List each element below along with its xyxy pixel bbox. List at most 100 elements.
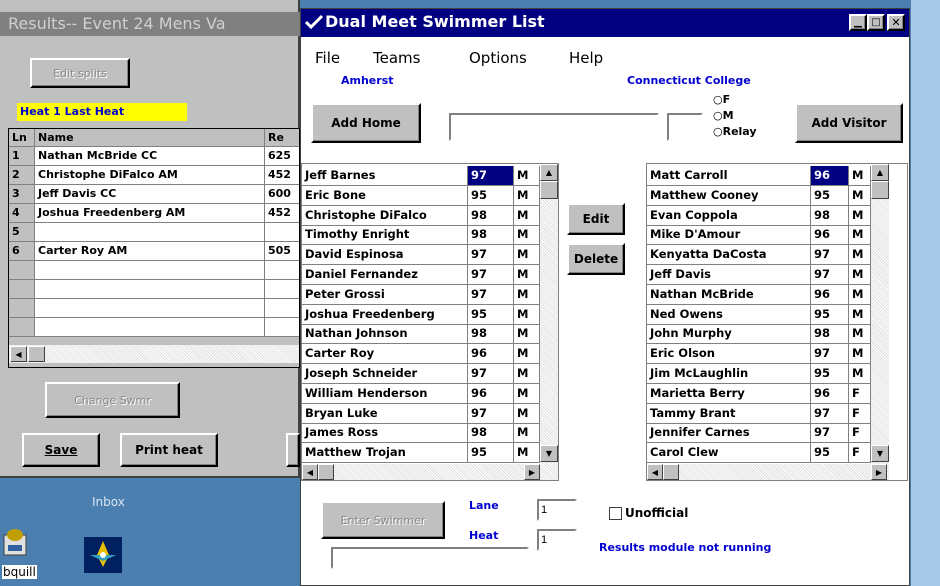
radio-f[interactable]: ○F — [713, 93, 730, 106]
list-item[interactable]: Tammy Brant 97 F — [647, 403, 871, 424]
row-result — [265, 299, 299, 318]
visitor-scroll-thumb[interactable] — [871, 181, 889, 199]
delete-button[interactable]: Delete — [567, 243, 625, 275]
list-item[interactable]: John Murphy 98 M — [647, 324, 871, 345]
list-item[interactable]: Eric Olson 97 M — [647, 344, 871, 365]
list-item[interactable]: Bryan Luke 97 M — [302, 403, 540, 424]
menu-teams[interactable]: Teams — [373, 49, 420, 67]
menu-file[interactable]: File — [315, 49, 340, 67]
minimize-button[interactable]: ▁ — [849, 14, 867, 31]
list-item[interactable]: Carter Roy 96 M — [302, 344, 540, 365]
visitor-scroll-right-icon[interactable]: ▶ — [871, 464, 887, 480]
list-item[interactable]: Matthew Cooney 95 M — [647, 185, 871, 206]
table-row[interactable]: 6 Carter Roy AM 505 — [9, 242, 299, 261]
table-row[interactable] — [9, 318, 299, 337]
dual-meet-title-bar[interactable]: Dual Meet Swimmer List ▁ □ ✕ — [301, 9, 909, 37]
table-row[interactable]: 2 Christophe DiFalco AM 452 — [9, 166, 299, 185]
bquill-label[interactable]: bquill — [2, 565, 37, 579]
list-item[interactable]: Jeff Barnes 97 M — [302, 166, 540, 186]
scroll-thumb[interactable] — [28, 346, 45, 362]
list-item[interactable]: Carol Clew 95 F — [647, 443, 871, 464]
home-scroll-down-icon[interactable]: ▼ — [540, 445, 558, 462]
list-item[interactable]: Nathan Johnson 98 M — [302, 324, 540, 345]
visitor-vscroll[interactable]: ▲ ▼ — [871, 164, 889, 464]
bquill-icon[interactable] — [2, 525, 32, 559]
list-item[interactable]: Matthew Trojan 95 M — [302, 443, 540, 464]
table-row[interactable]: 3 Jeff Davis CC 600 — [9, 185, 299, 204]
visitor-scroll-left-icon[interactable]: ◀ — [647, 464, 663, 480]
home-scroll-left-icon[interactable]: ◀ — [302, 464, 318, 480]
table-row[interactable]: 5 — [9, 223, 299, 242]
table-row[interactable]: 1 Nathan McBride CC 625 — [9, 147, 299, 166]
edit-splits-button[interactable]: Edit splits — [30, 58, 130, 88]
list-item[interactable]: Peter Grossi 97 M — [302, 284, 540, 305]
home-scroll-thumb[interactable] — [540, 181, 558, 199]
save-button[interactable]: Save — [22, 433, 100, 467]
inbox-icon[interactable] — [82, 535, 124, 577]
lane-input[interactable] — [537, 499, 577, 521]
bottom-input[interactable] — [331, 547, 529, 569]
change-swmr-button[interactable]: Change Swmr — [45, 382, 180, 418]
home-vscroll[interactable]: ▲ ▼ — [540, 164, 558, 464]
add-visitor-button[interactable]: Add Visitor — [795, 103, 903, 143]
enter-swimmer-button[interactable]: Enter Swimmer — [321, 501, 445, 539]
results-title-bar[interactable]: Results-- Event 24 Mens Va — [0, 12, 300, 36]
swimmer-year-input[interactable] — [667, 113, 703, 141]
swimmer-year: 95 — [811, 304, 849, 325]
list-item[interactable]: Evan Coppola 98 M — [647, 205, 871, 226]
list-item[interactable]: James Ross 98 M — [302, 423, 540, 444]
home-hscroll[interactable]: ◀ ▶ — [302, 464, 558, 480]
home-hscroll-thumb[interactable] — [318, 464, 334, 480]
radio-relay[interactable]: ○Relay — [713, 125, 757, 138]
radio-m-label: M — [722, 109, 734, 122]
list-item[interactable]: Kenyatta DaCosta 97 M — [647, 245, 871, 266]
visitor-swimmer-list[interactable]: Matt Carroll 96 M Matthew Cooney 95 M Evan Cop… — [646, 163, 908, 481]
visitor-hscroll-thumb[interactable] — [663, 464, 679, 480]
list-item[interactable]: Matt Carroll 96 M — [647, 166, 871, 186]
results-hscroll[interactable]: ◀ — [9, 345, 299, 363]
list-item[interactable]: Eric Bone 95 M — [302, 185, 540, 206]
list-item[interactable]: Joseph Schneider 97 M — [302, 364, 540, 384]
menu-options[interactable]: Options — [469, 49, 527, 67]
home-swimmer-list[interactable]: Jeff Barnes 97 M Eric Bone 95 M Christophe DiF… — [301, 163, 559, 481]
list-item[interactable]: Marietta Berry 96 F — [647, 383, 871, 404]
list-item[interactable]: Ned Owens 95 M — [647, 304, 871, 325]
print-heat-button[interactable]: Print heat — [120, 433, 218, 467]
table-row[interactable] — [9, 299, 299, 318]
swimmer-name-input[interactable] — [449, 113, 659, 141]
list-item[interactable]: Nathan McBride 96 M — [647, 284, 871, 305]
list-item[interactable]: Jim McLaughlin 95 M — [647, 364, 871, 384]
row-result: 452 — [265, 166, 299, 185]
list-item[interactable]: Joshua Freedenberg 95 M — [302, 304, 540, 325]
maximize-button[interactable]: □ — [867, 14, 885, 31]
scroll-left-icon[interactable]: ◀ — [10, 346, 27, 362]
list-item[interactable]: Christophe DiFalco 98 M — [302, 205, 540, 226]
table-row[interactable] — [9, 261, 299, 280]
add-home-button[interactable]: Add Home — [311, 103, 421, 143]
unofficial-checkbox[interactable]: Unofficial — [609, 506, 688, 520]
results-grid[interactable]: Ln Name Re 1 Nathan McBride CC 625 2 Christophe… — [8, 128, 300, 368]
inbox-label[interactable]: Inbox — [92, 495, 125, 509]
swimmer-year: 98 — [468, 205, 514, 226]
visitor-scroll-down-icon[interactable]: ▼ — [871, 445, 889, 462]
edit-button[interactable]: Edit — [567, 203, 625, 235]
home-scroll-right-icon[interactable]: ▶ — [524, 464, 540, 480]
home-scroll-up-icon[interactable]: ▲ — [540, 164, 558, 181]
list-item[interactable]: Daniel Fernandez 97 M — [302, 265, 540, 285]
radio-relay-icon: ○ — [713, 125, 723, 138]
list-item[interactable]: William Henderson 96 M — [302, 383, 540, 404]
visitor-hscroll[interactable]: ◀ ▶ — [647, 464, 889, 480]
visitor-scroll-up-icon[interactable]: ▲ — [871, 164, 889, 181]
table-row[interactable]: 4 Joshua Freedenberg AM 452 — [9, 204, 299, 223]
list-item[interactable]: Mike D'Amour 96 M — [647, 225, 871, 246]
results-partial-button[interactable] — [286, 433, 300, 467]
list-item[interactable]: David Espinosa 97 M — [302, 245, 540, 266]
list-item[interactable]: Jennifer Carnes 97 F — [647, 423, 871, 444]
close-button[interactable]: ✕ — [887, 14, 905, 31]
heat-input[interactable] — [537, 529, 577, 551]
list-item[interactable]: Jeff Davis 97 M — [647, 265, 871, 285]
list-item[interactable]: Timothy Enright 98 M — [302, 225, 540, 246]
table-row[interactable] — [9, 280, 299, 299]
radio-m[interactable]: ○M — [713, 109, 734, 122]
menu-help[interactable]: Help — [569, 49, 603, 67]
